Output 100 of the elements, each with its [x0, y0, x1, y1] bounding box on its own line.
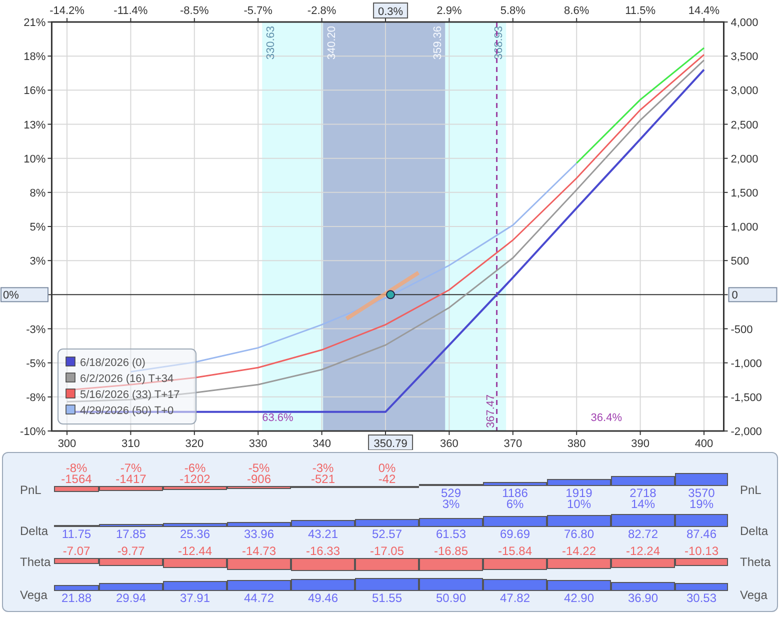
value-label: -12.44: [176, 546, 214, 558]
value-label: 36.90: [626, 592, 660, 604]
value-bar: [547, 580, 611, 591]
axis-label: 3,000: [730, 85, 758, 98]
value-label: 50.90: [434, 592, 468, 604]
value-label: -16.85: [432, 546, 470, 558]
value-label: -9.77: [116, 546, 146, 558]
axis-label: -8%: [26, 392, 46, 404]
value-bar: [675, 514, 728, 527]
row-label: Delta: [20, 524, 48, 538]
value-bar: [611, 558, 675, 568]
percent-label: -5%: [248, 463, 270, 474]
value-label: 37.91: [178, 592, 212, 604]
value-bar: [163, 581, 227, 591]
value-label: 33.96: [242, 528, 276, 540]
axis-label: 11.5%: [625, 5, 656, 17]
value-label: 29.94: [114, 592, 148, 604]
probability-label: 36.4%: [590, 412, 622, 424]
value-label: 61.53: [434, 528, 468, 540]
value-bar: [355, 578, 419, 591]
percent-label: 3%: [442, 499, 460, 510]
value-label: 42.90: [562, 592, 596, 604]
value-label: 2718: [628, 488, 658, 499]
axis-label: -5%: [26, 358, 46, 370]
value-label: 21.88: [60, 592, 93, 604]
cursor-change-box: 0.3%: [373, 2, 408, 18]
axis-label: 13%: [24, 119, 46, 132]
value-label: -16.33: [304, 546, 342, 558]
value-label: -10.13: [683, 546, 720, 558]
axis-label: -3%: [26, 324, 46, 336]
value-bar: [419, 518, 483, 527]
percent-label: 19%: [689, 499, 714, 510]
value-label: -1417: [114, 474, 148, 485]
percent-label: -6%: [184, 463, 206, 474]
percent-label: -8%: [66, 463, 88, 474]
value-label: -42: [377, 474, 397, 485]
row-label: PnL: [20, 483, 42, 497]
axis-label: 16%: [24, 85, 46, 98]
row-label: Theta: [740, 555, 771, 570]
value-label: -521: [310, 474, 336, 485]
axis-label: -14.2%: [50, 5, 84, 17]
range-label: 340.20: [326, 26, 338, 60]
value-bar: [675, 473, 728, 486]
axis-value-box: 0%: [0, 287, 48, 302]
axis-label: 10%: [24, 153, 46, 166]
value-label: -14.22: [560, 546, 598, 558]
value-label: 3570: [687, 488, 716, 499]
value-bar: [611, 582, 675, 591]
axis-label: 2,000: [730, 153, 758, 166]
axis-label: 1,000: [730, 222, 758, 234]
value-bar: [611, 476, 675, 486]
range-label: 330.63: [265, 26, 278, 60]
percent-label: 14%: [630, 499, 656, 510]
cursor-price-box: 350.79: [368, 434, 414, 450]
value-label: 1186: [501, 488, 529, 499]
value-label: -7.07: [62, 546, 92, 558]
value-label: -12.24: [624, 546, 662, 558]
axis-label: 18%: [24, 51, 46, 64]
value-label: 76.80: [562, 528, 596, 540]
axis-label: 8%: [30, 187, 46, 200]
axis-label: 320: [185, 438, 204, 450]
axis-label: 3,500: [730, 51, 758, 64]
axis-label: 8.6%: [564, 5, 590, 17]
axis-label: -1,500: [730, 392, 762, 404]
legend-label: 6/2/2026 (16) T+34: [80, 373, 174, 385]
axis-label: -10%: [20, 426, 46, 438]
value-bar: [483, 558, 547, 570]
percent-label: 10%: [566, 499, 592, 510]
value-label: 43.21: [306, 528, 340, 540]
axis-value-box: 0: [728, 287, 778, 302]
row-label: Delta: [740, 524, 768, 538]
value-bar: [675, 558, 728, 566]
range-label: 359.36: [432, 26, 444, 60]
value-bar: [611, 514, 675, 527]
value-label: -15.84: [496, 546, 534, 558]
legend-label: 5/16/2026 (33) T+17: [80, 389, 180, 401]
value-label: -1202: [178, 474, 212, 485]
axis-label: -500: [730, 324, 753, 336]
axis-label: 370: [504, 438, 522, 450]
breakeven-label: 367.47: [484, 394, 497, 428]
value-bar: [355, 558, 419, 572]
value-label: 1919: [564, 488, 594, 499]
axis-label: 380: [567, 438, 586, 450]
value-label: 47.82: [498, 592, 532, 604]
axis-label: 500: [730, 256, 750, 268]
axis-label: 330: [248, 438, 268, 450]
y-tick-label: 0: [732, 290, 738, 302]
value-label: 87.46: [685, 528, 718, 540]
row-label: Vega: [740, 588, 768, 602]
axis-label: 14.4%: [688, 5, 720, 17]
value-label: 25.36: [178, 528, 212, 540]
percent-label: -7%: [120, 463, 142, 474]
value-label: 82.72: [626, 528, 660, 540]
percent-label: 6%: [506, 499, 524, 510]
value-label: 17.85: [114, 528, 148, 540]
percent-label: -3%: [312, 463, 334, 474]
axis-label: -11.4%: [114, 5, 148, 17]
legend-label: 4/29/2026 (50) T+0: [80, 405, 174, 417]
value-label: 11.75: [60, 528, 92, 540]
axis-label: 340: [312, 438, 331, 450]
